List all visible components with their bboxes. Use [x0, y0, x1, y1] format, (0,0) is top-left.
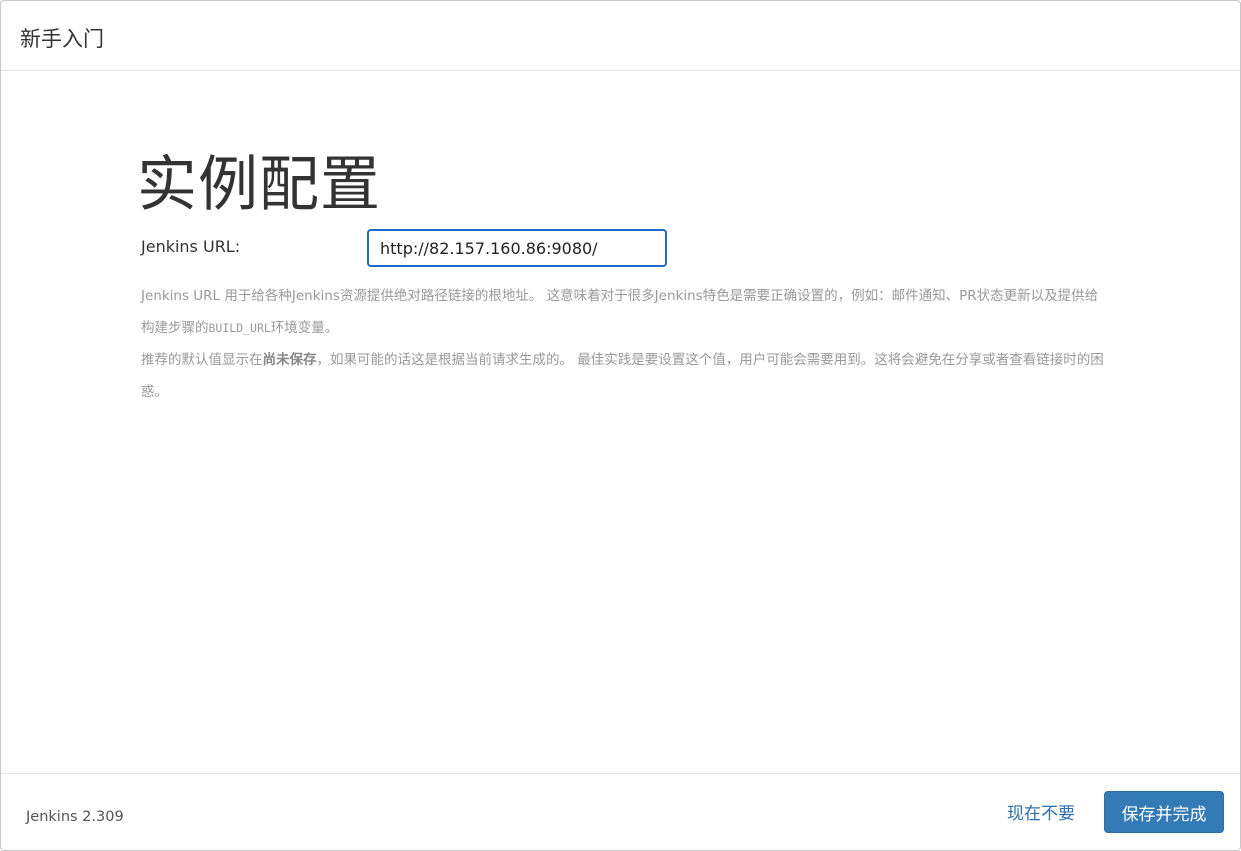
help-text-1b: 环境变量。: [270, 320, 339, 336]
help-text-default-value: 推荐的默认值显示在尚未保存，如果可能的话这是根据当前请求生成的。 最佳实践是要设…: [141, 344, 1106, 408]
jenkins-url-input[interactable]: [367, 229, 667, 267]
help-text-2a: 推荐的默认值显示在: [141, 352, 263, 368]
jenkins-url-label: Jenkins URL:: [141, 237, 241, 256]
dialog-header: 新手入门: [1, 1, 1240, 71]
not-saved-emphasis: 尚未保存: [262, 352, 317, 368]
help-text-url-purpose: Jenkins URL 用于给各种Jenkins资源提供绝对路径链接的根地址。 …: [141, 280, 1106, 344]
dialog-title: 新手入门: [20, 27, 104, 51]
jenkins-version: Jenkins 2.309: [26, 809, 124, 825]
save-and-finish-button[interactable]: 保存并完成: [1104, 791, 1224, 833]
skip-for-now-link[interactable]: 现在不要: [1007, 802, 1075, 826]
build-url-code: BUILD_URL: [208, 321, 271, 335]
setup-wizard-dialog: 新手入门 实例配置 Jenkins URL: Jenkins URL 用于给各种…: [0, 0, 1241, 851]
dialog-footer: Jenkins 2.309 现在不要 保存并完成: [1, 773, 1240, 851]
page-title: 实例配置: [137, 150, 381, 220]
